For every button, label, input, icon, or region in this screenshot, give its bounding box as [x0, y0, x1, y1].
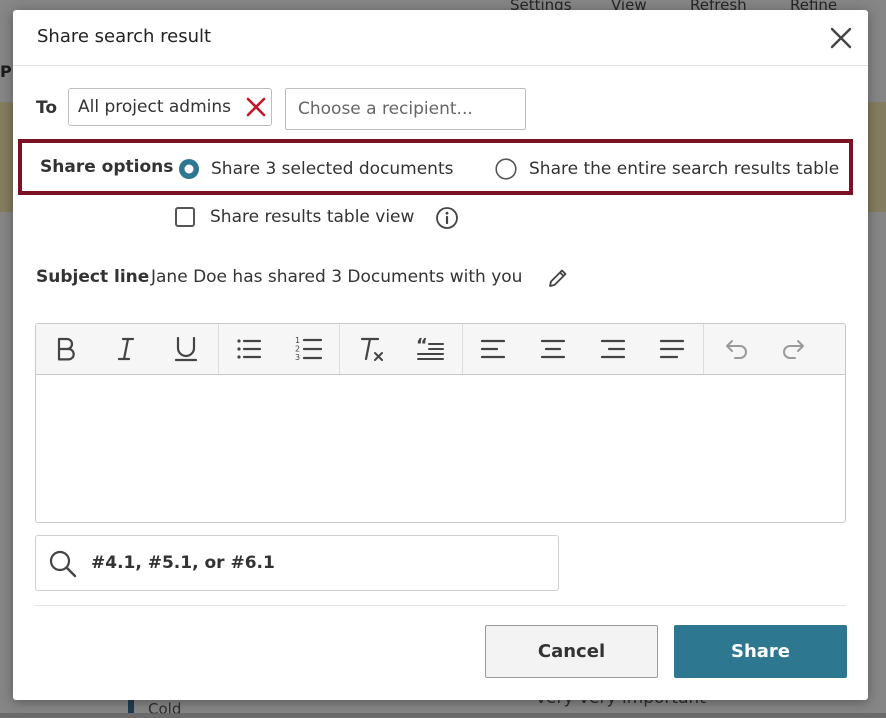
- message-editor-body[interactable]: [36, 375, 845, 522]
- share-options-label: Share options: [40, 157, 174, 177]
- toolbar-separator: [218, 324, 219, 374]
- align-center-icon[interactable]: [537, 333, 569, 365]
- to-label: To: [36, 98, 58, 118]
- bold-icon[interactable]: [50, 333, 82, 365]
- subject-line-text: Jane Doe has shared 3 Documents with you: [151, 267, 523, 287]
- dialog-title: Share search result: [37, 26, 212, 47]
- share-button[interactable]: Share: [674, 625, 847, 678]
- toolbar-separator: [462, 324, 463, 374]
- cancel-button[interactable]: Cancel: [485, 625, 658, 678]
- remove-x-icon[interactable]: [245, 96, 267, 118]
- subject-line-label: Subject line: [36, 267, 150, 287]
- reference-search-field[interactable]: #4.1, #5.1, or #6.1: [35, 535, 559, 591]
- recipient-input[interactable]: [285, 88, 526, 130]
- bulleted-list-icon[interactable]: [233, 333, 265, 365]
- search-icon: [49, 550, 77, 578]
- reference-search-value[interactable]: #4.1, #5.1, or #6.1: [91, 553, 275, 573]
- redo-icon[interactable]: [778, 333, 810, 365]
- recipient-chip-label: All project admins: [78, 97, 232, 117]
- footer-divider: [35, 605, 846, 606]
- radio-share-entire-table[interactable]: [495, 158, 517, 180]
- share-options-group: Share options Share 3 selected documents…: [18, 139, 853, 195]
- radio-share-entire-table-label[interactable]: Share the entire search results table: [529, 159, 839, 179]
- pencil-icon[interactable]: [546, 266, 570, 290]
- clear-formatting-icon[interactable]: [356, 333, 388, 365]
- recipient-chip: All project admins: [68, 88, 272, 126]
- svg-text:3: 3: [295, 353, 300, 362]
- share-table-view-label[interactable]: Share results table view: [210, 207, 414, 227]
- toolbar-separator: [339, 324, 340, 374]
- dialog-header: Share search result: [13, 10, 868, 66]
- share-dialog: Share search result To All project admin…: [13, 10, 868, 700]
- underline-icon[interactable]: [170, 333, 202, 365]
- toolbar-separator: [703, 324, 704, 374]
- blockquote-icon[interactable]: “: [414, 333, 446, 365]
- svg-text:“: “: [416, 335, 428, 356]
- undo-icon[interactable]: [720, 333, 752, 365]
- italic-icon[interactable]: [110, 333, 142, 365]
- message-editor: 1 2 3 “: [35, 323, 846, 523]
- share-table-view-checkbox[interactable]: [175, 207, 195, 227]
- align-right-icon[interactable]: [597, 333, 629, 365]
- align-left-icon[interactable]: [477, 333, 509, 365]
- radio-share-selected-label[interactable]: Share 3 selected documents: [211, 159, 453, 179]
- numbered-list-icon[interactable]: 1 2 3: [293, 333, 325, 365]
- close-icon[interactable]: [828, 25, 854, 51]
- editor-toolbar: 1 2 3 “: [36, 324, 845, 375]
- info-icon[interactable]: [435, 206, 459, 230]
- justify-icon[interactable]: [656, 333, 688, 365]
- radio-share-selected[interactable]: [178, 158, 200, 180]
